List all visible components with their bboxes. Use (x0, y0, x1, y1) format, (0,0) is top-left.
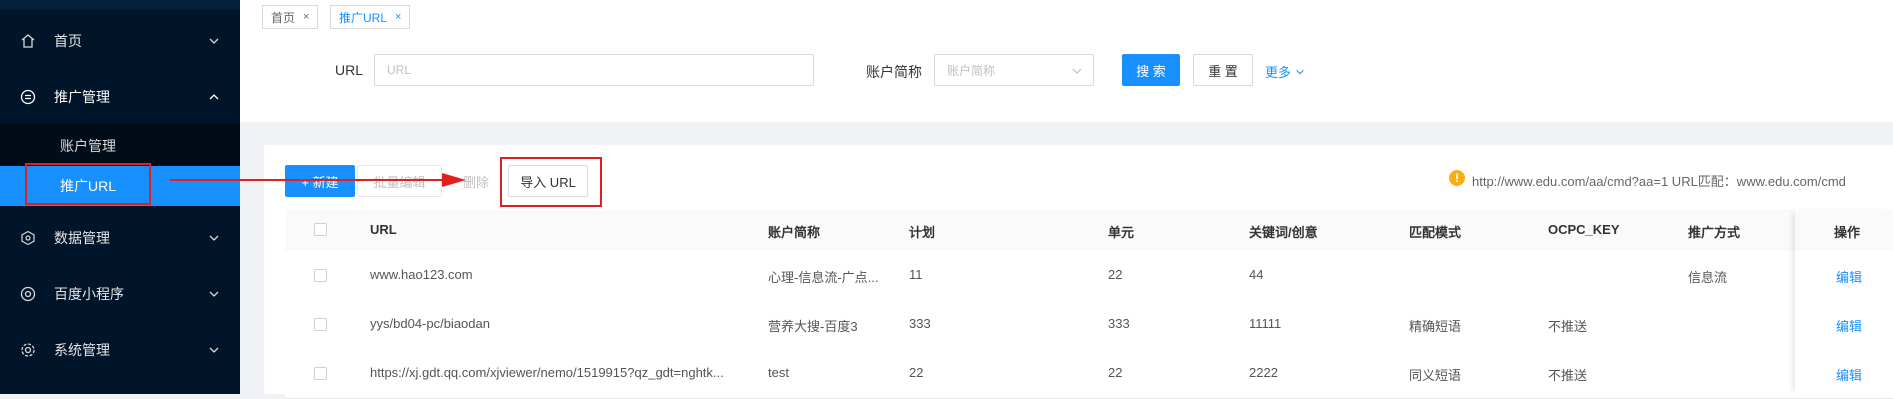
cell-keyword: 11111 (1249, 316, 1282, 331)
sidebar-item-miniprogram[interactable]: 百度小程序 (0, 266, 240, 322)
cell-match-mode: 同义短语 (1409, 368, 1462, 383)
chevron-up-icon (209, 94, 219, 100)
url-input[interactable]: URL (374, 54, 814, 86)
search-button[interactable]: 搜 索 (1122, 54, 1180, 86)
cell-plan: 22 (909, 365, 924, 380)
sidebar-subitem-account[interactable]: 账户管理 (0, 126, 240, 166)
close-icon[interactable]: × (395, 11, 401, 23)
account-label: 账户简称 (866, 64, 922, 80)
close-icon[interactable]: × (303, 11, 309, 23)
sidebar-subitem-label: 账户管理 (60, 138, 116, 154)
promotion-icon (20, 89, 36, 105)
search-panel: URL URL 账户简称 账户简称 搜 索 重 置 更多 (240, 32, 1893, 122)
cell-plan: 333 (909, 316, 931, 331)
home-icon (20, 33, 36, 49)
annotation-arrow-icon (170, 173, 466, 187)
row-checkbox[interactable] (314, 318, 327, 331)
tab-label: 首页 (271, 10, 296, 25)
column-header-unit: 单元 (1108, 225, 1135, 240)
cell-match-mode: 精确短语 (1409, 319, 1462, 334)
cell-plan: 11 (909, 267, 923, 282)
sidebar-item-data[interactable]: 数据管理 (0, 210, 240, 266)
cell-url: https://xj.gdt.qq.com/xjviewer/nemo/1519… (370, 365, 724, 380)
column-header-keyword: 关键词/创意 (1249, 225, 1318, 240)
more-link[interactable]: 更多 (1265, 62, 1305, 81)
sidebar-item-label: 百度小程序 (54, 286, 124, 302)
column-header-url: URL (370, 222, 397, 237)
chevron-down-icon (209, 38, 219, 44)
table-header: URL 账户简称 计划 单元 关键词/创意 匹配模式 OCPC_KEY 推广方式… (285, 209, 1893, 252)
info-icon: ! (1449, 170, 1465, 186)
data-icon (20, 230, 36, 246)
sidebar-item-label: 首页 (54, 33, 82, 49)
cell-keyword: 2222 (1249, 365, 1278, 380)
cell-ocpc-key: 不推送 (1548, 319, 1588, 334)
cell-unit: 333 (1108, 316, 1130, 331)
column-header-method: 推广方式 (1688, 225, 1741, 240)
column-header-match-mode: 匹配模式 (1409, 225, 1462, 240)
reset-button[interactable]: 重 置 (1193, 54, 1253, 86)
chevron-down-icon (209, 291, 219, 297)
cell-ocpc-key: 不推送 (1548, 368, 1588, 383)
sidebar-item-promotion[interactable]: 推广管理 (0, 69, 240, 125)
cell-unit: 22 (1108, 365, 1123, 380)
sidebar-item-system[interactable]: 系统管理 (0, 322, 240, 378)
cell-keyword: 44 (1249, 267, 1264, 282)
table-row: yys/bd04-pc/biaodan 营养大搜-百度3 333 333 111… (285, 300, 1893, 350)
table-row: www.hao123.com 心理-信息流-广点... 11 22 44 信息流… (285, 251, 1893, 301)
column-header-ocpc-key: OCPC_KEY (1548, 222, 1620, 237)
column-header-plan: 计划 (909, 225, 936, 240)
sidebar-item-label: 系统管理 (54, 342, 110, 358)
cell-account: 心理-信息流-广点... (768, 270, 879, 285)
more-link-label: 更多 (1265, 65, 1292, 80)
account-select[interactable]: 账户简称 (934, 54, 1094, 86)
row-checkbox[interactable] (314, 269, 327, 282)
url-label: URL (335, 62, 364, 78)
annotation-box-sidebar (25, 163, 151, 205)
cell-url: www.hao123.com (370, 267, 473, 282)
url-hint-text: http://www.edu.com/aa/cmd?aa=1 URL匹配：www… (1472, 174, 1846, 189)
tab-home[interactable]: 首页 × (262, 5, 319, 29)
chevron-down-icon (209, 347, 219, 353)
tab-bar: 首页 × 推广URL × (240, 0, 1893, 33)
cell-account: 营养大搜-百度3 (768, 319, 858, 334)
chevron-down-icon (209, 235, 219, 241)
miniprogram-icon (20, 286, 36, 302)
row-checkbox[interactable] (314, 367, 327, 380)
cell-method: 信息流 (1688, 270, 1728, 285)
sidebar-top-strip (0, 0, 240, 10)
tab-promotion-url[interactable]: 推广URL × (330, 5, 411, 29)
sidebar-item-home[interactable]: 首页 (0, 13, 240, 69)
select-all-checkbox[interactable] (314, 223, 327, 236)
chevron-down-icon (1072, 68, 1082, 74)
settings-icon (20, 342, 36, 358)
annotation-box-import (500, 157, 602, 207)
account-select-placeholder: 账户简称 (947, 63, 996, 78)
sidebar-item-label: 数据管理 (54, 230, 110, 246)
chevron-down-icon (1295, 69, 1304, 75)
tab-label: 推广URL (339, 10, 388, 25)
cell-url: yys/bd04-pc/biaodan (370, 316, 490, 331)
cell-account: test (768, 365, 789, 380)
fixed-action-column-shadow (1795, 209, 1893, 394)
table-row: https://xj.gdt.qq.com/xjviewer/nemo/1519… (285, 349, 1893, 399)
cell-unit: 22 (1108, 267, 1123, 282)
sidebar-item-label: 推广管理 (54, 89, 110, 105)
column-header-account: 账户简称 (768, 225, 821, 240)
